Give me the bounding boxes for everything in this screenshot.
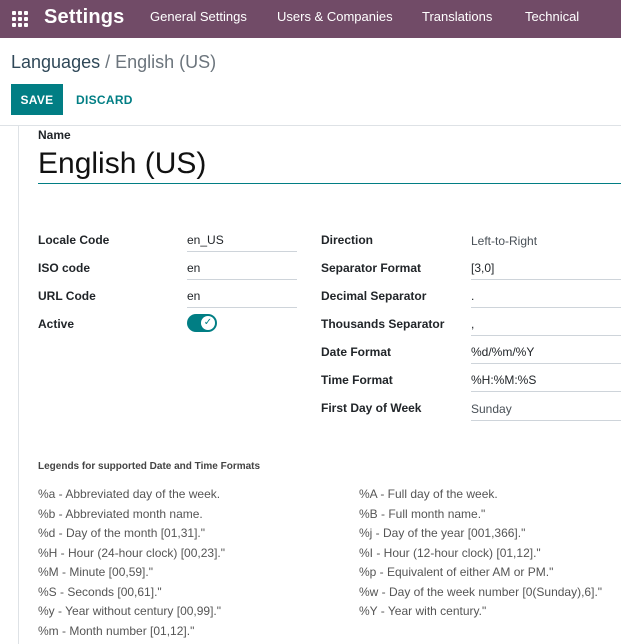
date-format-input[interactable]: %d/%m/%Y bbox=[471, 344, 621, 364]
iso-code-input[interactable]: en bbox=[187, 260, 297, 280]
legend-item: %p - Equivalent of either AM or PM." bbox=[359, 565, 554, 579]
discard-button[interactable]: DISCARD bbox=[68, 84, 141, 115]
legend-item: %Y - Year with century." bbox=[359, 604, 487, 618]
breadcrumb-current: English (US) bbox=[115, 52, 217, 72]
decimal-separator-input[interactable]: . bbox=[471, 288, 621, 308]
direction-select[interactable]: Left-to-Right bbox=[471, 233, 621, 253]
iso-code-label: ISO code bbox=[38, 261, 91, 275]
legend-item: %m - Month number [01,12]." bbox=[38, 624, 195, 638]
legend-item: %I - Hour (12-hour clock) [01,12]." bbox=[359, 546, 541, 560]
thousands-separator-input[interactable]: , bbox=[471, 316, 621, 336]
locale-code-input[interactable]: en_US bbox=[187, 232, 297, 252]
locale-code-label: Locale Code bbox=[38, 233, 110, 247]
separator-format-label: Separator Format bbox=[321, 261, 422, 275]
legend-item: %a - Abbreviated day of the week. bbox=[38, 487, 221, 501]
time-format-input[interactable]: %H:%M:%S bbox=[471, 372, 621, 392]
legend-item: %H - Hour (24-hour clock) [00,23]." bbox=[38, 546, 225, 560]
breadcrumb-languages[interactable]: Languages bbox=[11, 52, 100, 72]
apps-grid-icon[interactable] bbox=[12, 11, 28, 27]
time-format-label: Time Format bbox=[321, 373, 393, 387]
legend-item: %j - Day of the year [001,366]." bbox=[359, 526, 526, 540]
url-code-label: URL Code bbox=[38, 289, 96, 303]
legend-item: %B - Full month name." bbox=[359, 507, 486, 521]
app-title[interactable]: Settings bbox=[44, 6, 125, 29]
url-code-input[interactable]: en bbox=[187, 288, 297, 308]
menu-general-settings[interactable]: General Settings bbox=[150, 9, 247, 24]
decimal-separator-label: Decimal Separator bbox=[321, 289, 427, 303]
active-label: Active bbox=[38, 317, 75, 331]
legend-item: %y - Year without century [00,99]." bbox=[38, 604, 222, 618]
menu-users-companies[interactable]: Users & Companies bbox=[277, 9, 393, 24]
first-day-of-week-label: First Day of Week bbox=[321, 401, 422, 415]
name-input[interactable] bbox=[38, 144, 621, 184]
menu-translations[interactable]: Translations bbox=[422, 9, 492, 24]
active-toggle[interactable]: ✓ bbox=[187, 314, 217, 332]
legends-title: Legends for supported Date and Time Form… bbox=[38, 461, 261, 472]
name-label: Name bbox=[38, 128, 71, 142]
legend-item: %M - Minute [00,59]." bbox=[38, 565, 153, 579]
legend-item: %b - Abbreviated month name. bbox=[38, 507, 203, 521]
legend-item: %A - Full day of the week. bbox=[359, 487, 498, 501]
thousands-separator-label: Thousands Separator bbox=[321, 317, 445, 331]
check-icon: ✓ bbox=[201, 316, 215, 330]
menu-technical[interactable]: Technical bbox=[525, 9, 579, 24]
legend-item: %S - Seconds [00,61]." bbox=[38, 585, 162, 599]
save-button[interactable]: SAVE bbox=[11, 84, 63, 115]
control-panel-divider bbox=[0, 125, 621, 126]
direction-label: Direction bbox=[321, 233, 374, 247]
top-navbar: Settings General Settings Users & Compan… bbox=[0, 0, 621, 38]
breadcrumb: Languages / English (US) bbox=[11, 52, 216, 73]
form-sheet-border bbox=[18, 126, 19, 644]
date-format-label: Date Format bbox=[321, 345, 392, 359]
legend-item: %w - Day of the week number [0(Sunday),6… bbox=[359, 585, 603, 599]
breadcrumb-separator: / bbox=[105, 52, 111, 72]
first-day-of-week-select[interactable]: Sunday bbox=[471, 401, 621, 421]
legend-item: %d - Day of the month [01,31]." bbox=[38, 526, 206, 540]
separator-format-input[interactable]: [3,0] bbox=[471, 260, 621, 280]
